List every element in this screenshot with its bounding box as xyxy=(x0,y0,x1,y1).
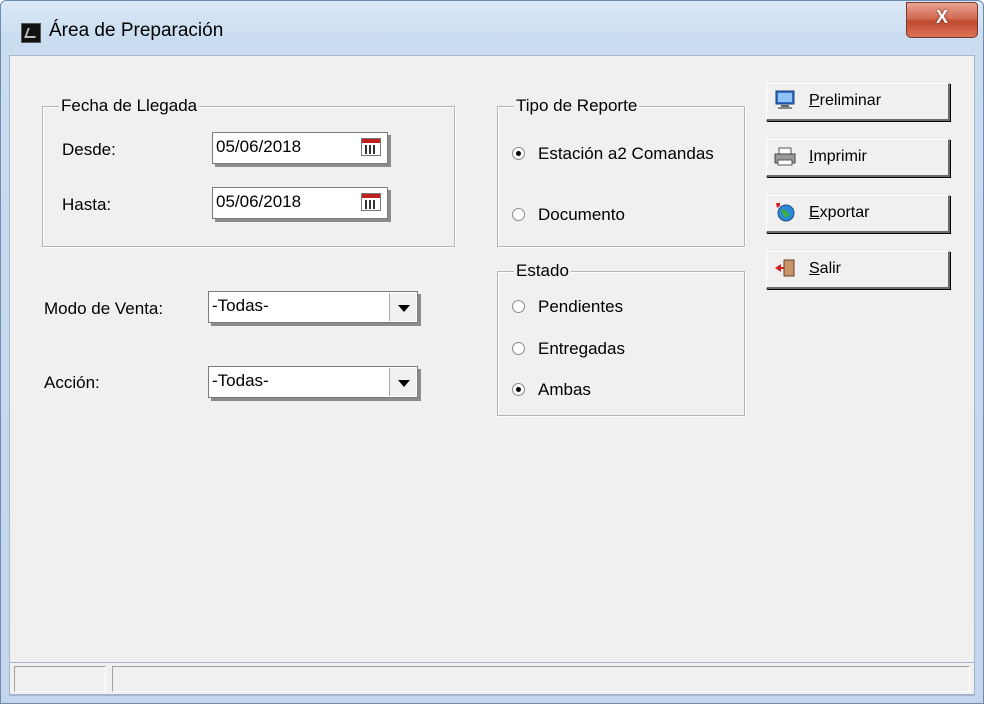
close-button[interactable]: X xyxy=(906,2,978,38)
fecha-llegada-legend: Fecha de Llegada xyxy=(59,96,200,116)
imprimir-button[interactable]: Imprimir xyxy=(766,139,950,177)
radio-label: Estación a2 Comandas xyxy=(538,144,714,163)
status-pane-1 xyxy=(14,666,106,692)
exit-door-icon xyxy=(775,259,795,277)
modo-venta-select[interactable]: -Todas- xyxy=(208,291,418,323)
radio-dot-selected[interactable] xyxy=(512,147,525,160)
close-icon: X xyxy=(935,7,948,27)
monitor-icon xyxy=(775,90,795,109)
calendar-icon[interactable] xyxy=(361,193,381,211)
status-pane-2 xyxy=(112,666,970,692)
fecha-llegada-group: Fecha de Llegada xyxy=(42,96,455,247)
radio-label: Entregadas xyxy=(538,339,625,358)
modo-venta-value: -Todas- xyxy=(212,296,269,315)
hasta-date-field[interactable]: 05/06/2018 xyxy=(212,187,388,219)
printer-icon xyxy=(774,147,796,166)
modo-venta-label: Modo de Venta: xyxy=(44,299,164,318)
radio-dot-selected[interactable] xyxy=(512,383,525,396)
calendar-icon[interactable] xyxy=(361,138,381,156)
status-bar xyxy=(9,662,975,695)
preliminar-button[interactable]: Preliminar xyxy=(766,83,950,121)
hasta-date-value: 05/06/2018 xyxy=(216,192,302,211)
window-title: Área de Preparación xyxy=(49,20,224,41)
preliminar-label: Preliminar xyxy=(809,92,882,109)
radio-dot[interactable] xyxy=(512,208,525,221)
salir-label: Salir xyxy=(809,260,842,277)
radio-label: Documento xyxy=(538,205,625,224)
title-bar[interactable]: Área de Preparación X xyxy=(1,1,983,55)
exportar-label: Exportar xyxy=(809,204,870,221)
salir-button[interactable]: Salir xyxy=(766,251,950,289)
imprimir-label: Imprimir xyxy=(809,148,867,165)
chevron-down-icon[interactable] xyxy=(389,368,416,396)
accion-select[interactable]: -Todas- xyxy=(208,366,418,398)
chevron-down-icon[interactable] xyxy=(389,293,416,321)
tipo-reporte-legend: Tipo de Reporte xyxy=(514,96,640,116)
radio-label: Ambas xyxy=(538,380,591,399)
desde-label: Desde: xyxy=(62,140,116,159)
radio-label: Pendientes xyxy=(538,297,624,316)
tipo-reporte-group: Tipo de Reporte xyxy=(497,96,745,247)
radio-dot[interactable] xyxy=(512,300,525,313)
app-icon[interactable] xyxy=(21,23,41,43)
desde-date-field[interactable]: 05/06/2018 xyxy=(212,132,388,164)
globe-icon xyxy=(776,203,795,222)
radio-dot[interactable] xyxy=(512,342,525,355)
client-area: Fecha de Llegada Desde: 05/06/2018 Hasta… xyxy=(9,55,975,696)
exportar-button[interactable]: Exportar xyxy=(766,195,950,233)
accion-label: Acción: xyxy=(44,373,100,392)
desde-date-value: 05/06/2018 xyxy=(216,137,302,156)
estado-legend: Estado xyxy=(514,261,571,281)
accion-value: -Todas- xyxy=(212,371,269,390)
hasta-label: Hasta: xyxy=(62,195,112,214)
window: Área de Preparación X Fecha de Llegada D… xyxy=(0,0,984,704)
